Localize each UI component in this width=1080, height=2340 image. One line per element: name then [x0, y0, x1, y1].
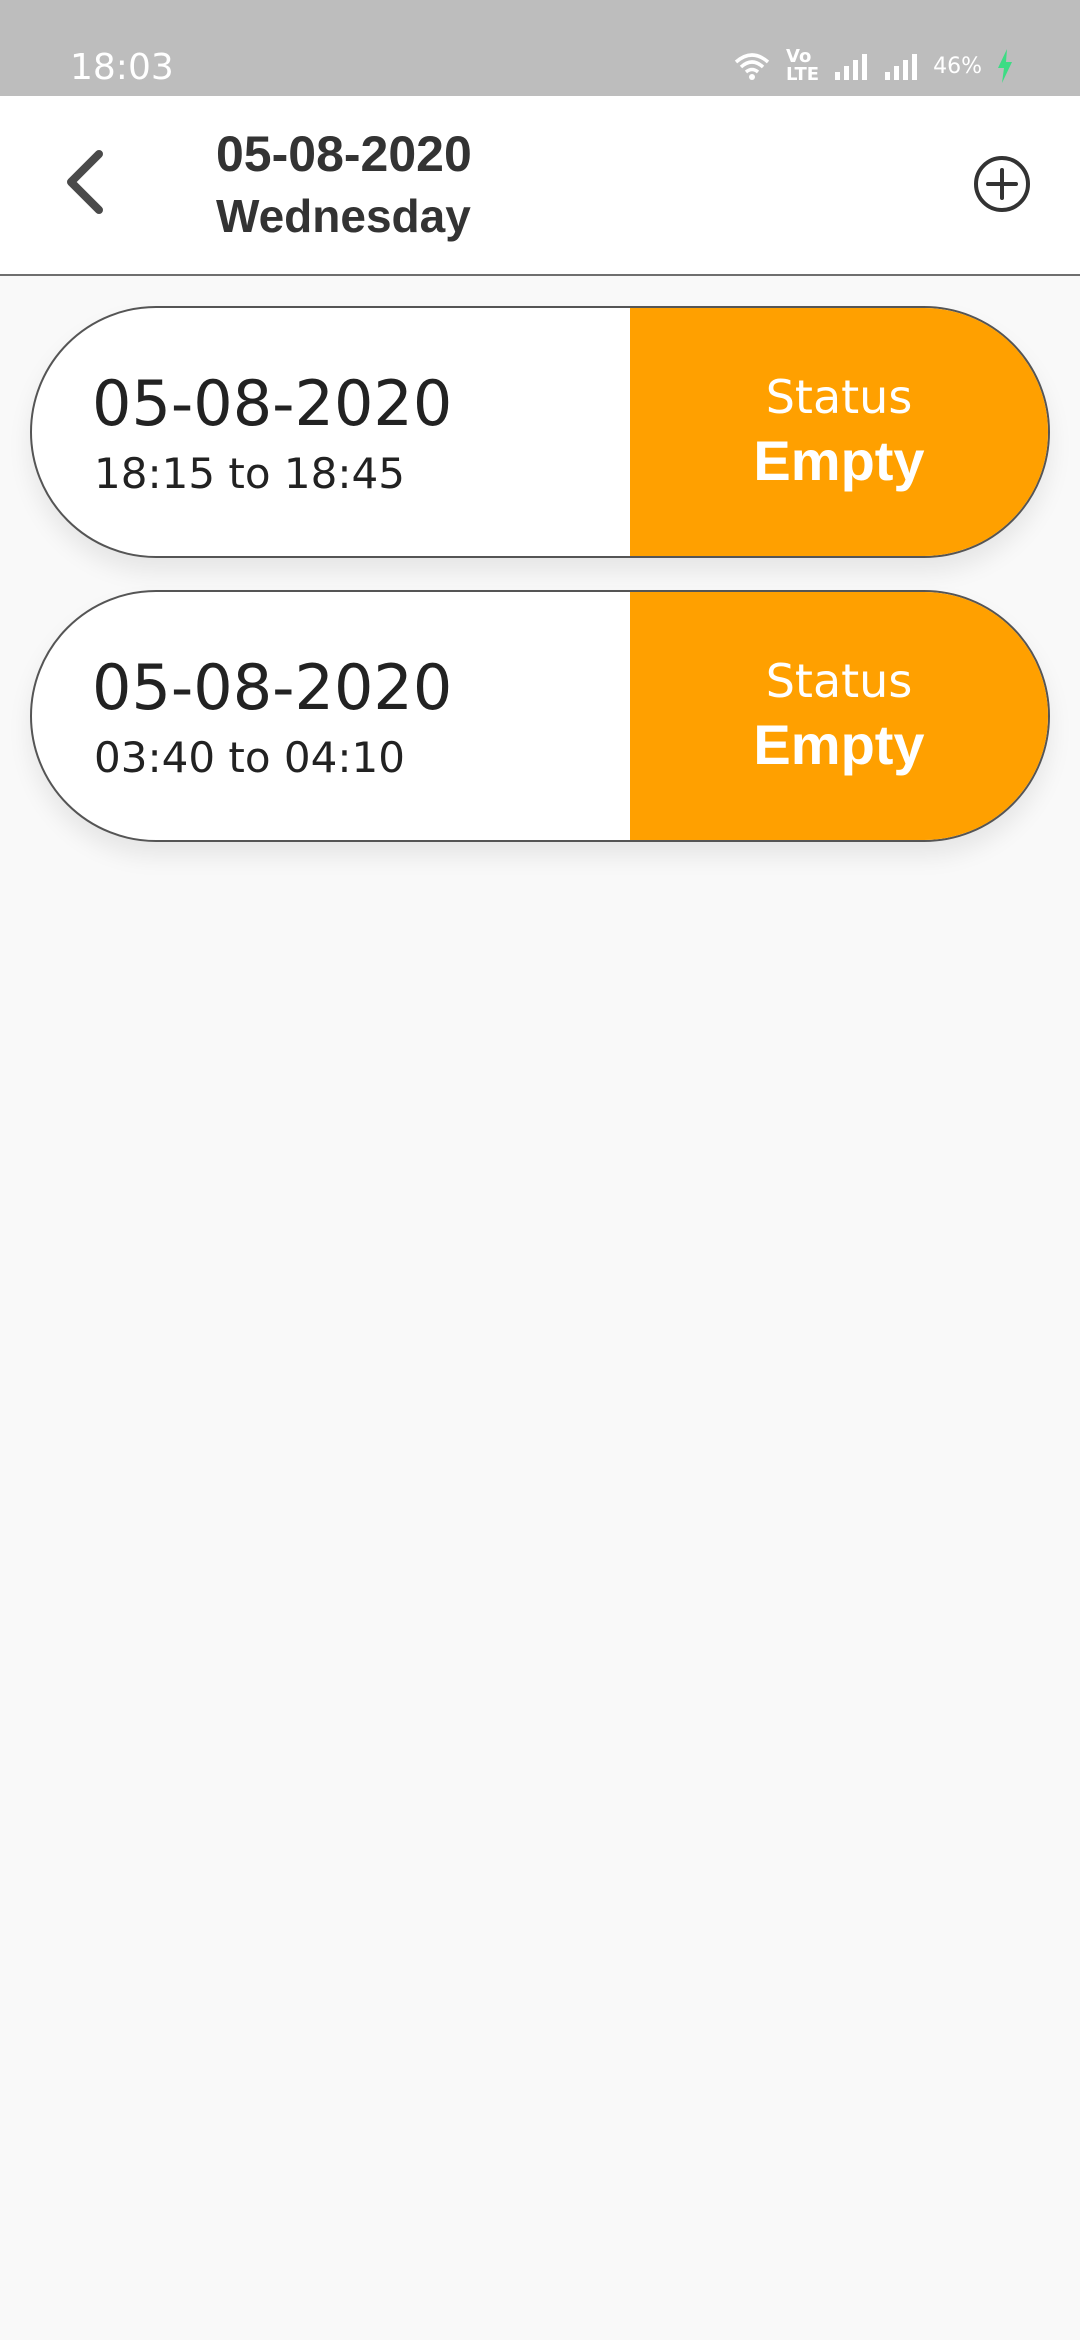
volte-icon: Vo LTE: [786, 46, 820, 85]
status-value: Empty: [753, 713, 925, 776]
plus-circle-icon: [972, 154, 1032, 219]
status-icons: Vo LTE 46%: [732, 44, 1014, 88]
page-title: 05-08-2020: [216, 126, 472, 182]
slot-date: 05-08-2020: [92, 651, 453, 724]
app-bar: 05-08-2020 Wednesday: [0, 96, 1080, 276]
slot-info: 05-08-2020 03:40 to 04:10: [32, 592, 630, 840]
status-value: Empty: [753, 429, 925, 492]
slot-date: 05-08-2020: [92, 367, 453, 440]
slot-list: 05-08-2020 18:15 to 18:45 Status Empty 0…: [30, 306, 1050, 874]
status-bar: 18:03 Vo LTE 46%: [0, 0, 1080, 96]
slot-card[interactable]: 05-08-2020 18:15 to 18:45 Status Empty: [30, 306, 1050, 558]
slot-time: 18:15 to 18:45: [94, 449, 405, 498]
slot-card[interactable]: 05-08-2020 03:40 to 04:10 Status Empty: [30, 590, 1050, 842]
add-slot-button[interactable]: [962, 146, 1042, 226]
wifi-icon: [732, 50, 772, 82]
battery-percent: 46%: [933, 53, 982, 79]
slot-status-panel: Status Empty: [630, 592, 1048, 840]
slot-time: 03:40 to 04:10: [94, 733, 405, 782]
chevron-left-icon: [63, 149, 107, 219]
signal-icon: [883, 52, 919, 80]
back-button[interactable]: [50, 144, 120, 224]
slot-status-panel: Status Empty: [630, 308, 1048, 556]
status-time: 18:03: [70, 47, 174, 88]
status-label: Status: [765, 370, 913, 424]
signal-icon: [833, 52, 869, 80]
slot-info: 05-08-2020 18:15 to 18:45: [32, 308, 630, 556]
page-subtitle: Wednesday: [216, 190, 471, 242]
status-label: Status: [765, 654, 913, 708]
battery-charging-icon: [996, 49, 1014, 83]
